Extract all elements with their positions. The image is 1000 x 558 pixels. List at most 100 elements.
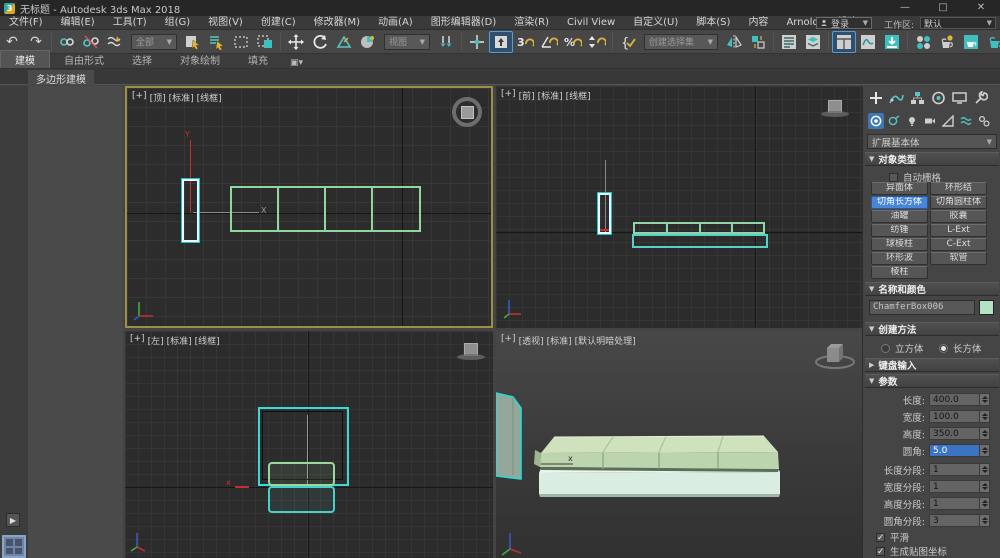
button-spindle[interactable]: 纺锤	[871, 224, 928, 237]
rollout-parameters[interactable]: ▼ 参数	[865, 374, 999, 388]
viewcube[interactable]	[457, 343, 485, 360]
sofa-cushion-side-wire[interactable]	[268, 462, 335, 486]
height-segs-field[interactable]: 1	[929, 497, 979, 510]
menu-civil-view[interactable]: Civil View	[558, 16, 624, 30]
signin-dropdown[interactable]: 登录 ▼	[816, 17, 872, 29]
mirror-icon[interactable]	[722, 31, 746, 53]
rendered-frame-window-icon[interactable]	[959, 31, 983, 53]
rollout-keyboard-entry[interactable]: ▶ 键盘输入	[865, 358, 999, 372]
viewcube[interactable]	[821, 100, 849, 117]
viewport-persp-view-label[interactable]: [透视]	[519, 334, 544, 347]
viewport-top-shading-label[interactable]: [线框]	[197, 91, 222, 104]
ribbon-tab-modeling[interactable]: 建模	[0, 50, 50, 68]
render-setup-icon[interactable]	[935, 31, 959, 53]
menu-animation[interactable]: 动画(A)	[369, 16, 422, 30]
viewport-front-view-label[interactable]: [前]	[519, 89, 535, 102]
length-field[interactable]: 400.0	[929, 393, 979, 406]
shapes-category-icon[interactable]	[886, 113, 902, 129]
viewport-left-shading-label[interactable]: [线框]	[195, 334, 220, 347]
width-segs-field[interactable]: 1	[929, 480, 979, 493]
select-and-scale-icon[interactable]	[332, 31, 356, 53]
cameras-category-icon[interactable]	[922, 113, 938, 129]
fillet-segs-field[interactable]: 3	[929, 514, 979, 527]
menu-rendering[interactable]: 渲染(R)	[505, 16, 558, 30]
rollout-creation-method[interactable]: ▼ 创建方法	[865, 322, 999, 336]
length-segs-spinner[interactable]	[979, 463, 990, 476]
hierarchy-tab-icon[interactable]	[909, 89, 926, 107]
smooth-checkbox[interactable]: ✓	[876, 533, 885, 542]
rollout-name-color[interactable]: ▼ 名称和颜色	[865, 282, 999, 296]
button-prism[interactable]: 棱柱	[871, 266, 928, 279]
named-selection-sets-dropdown[interactable]: 创建选择集 ▼	[644, 34, 718, 50]
align-icon[interactable]	[746, 31, 770, 53]
object-name-field[interactable]: ChamferBox006	[869, 300, 975, 315]
button-hose[interactable]: 软管	[930, 252, 987, 265]
menu-group[interactable]: 组(G)	[156, 16, 200, 30]
utilities-tab-icon[interactable]	[972, 89, 989, 107]
select-by-name-icon[interactable]	[205, 31, 229, 53]
height-segs-spinner[interactable]	[979, 497, 990, 510]
menu-edit[interactable]: 编辑(E)	[52, 16, 104, 30]
window-crossing-toggle-icon[interactable]	[253, 31, 277, 53]
smooth-checkbox-row[interactable]: ✓ 平滑	[876, 530, 909, 544]
schematic-view-icon[interactable]	[880, 31, 904, 53]
button-c-ext[interactable]: C-Ext	[930, 238, 987, 251]
selected-chamferbox-wire[interactable]	[182, 179, 199, 242]
close-button[interactable]: ✕	[962, 0, 1000, 16]
viewport-layout-2x2-icon[interactable]	[2, 535, 26, 558]
rollout-object-type[interactable]: ▼ 对象类型	[865, 152, 999, 166]
width-field[interactable]: 100.0	[929, 410, 979, 423]
button-ringwave[interactable]: 环形波	[871, 252, 928, 265]
object-color-swatch[interactable]	[979, 300, 994, 315]
height-field[interactable]: 350.0	[929, 427, 979, 440]
viewport-top-standard-label[interactable]: [标准]	[169, 91, 194, 104]
spinner-snap-toggle-icon[interactable]	[585, 31, 609, 53]
render-production-icon[interactable]	[983, 31, 1000, 53]
button-hedra[interactable]: 异面体	[871, 182, 928, 195]
menu-graph-editors[interactable]: 图形编辑器(D)	[422, 16, 506, 30]
viewport-persp-shading-label[interactable]: [默认明暗处理]	[575, 334, 636, 347]
create-tab-icon[interactable]	[867, 89, 884, 107]
fillet-spinner[interactable]	[979, 444, 990, 457]
modify-tab-icon[interactable]	[888, 89, 905, 107]
edit-named-selection-sets-icon[interactable]: {	[616, 31, 640, 53]
viewport-top[interactable]: [+] [顶] [标准] [线框] Y X	[125, 86, 493, 328]
select-and-link-icon[interactable]	[55, 31, 79, 53]
viewcube[interactable]	[816, 344, 854, 368]
viewport-left-menu-plus[interactable]: [+]	[130, 334, 145, 347]
button-chamferbox[interactable]: 切角长方体	[871, 196, 928, 209]
motion-tab-icon[interactable]	[930, 89, 947, 107]
viewport-left-standard-label[interactable]: [标准]	[167, 334, 192, 347]
button-gengon[interactable]: 球棱柱	[871, 238, 928, 251]
ribbon-tab-selection[interactable]: 选择	[118, 51, 166, 68]
radio-box[interactable]: 长方体	[939, 341, 982, 355]
maximize-button[interactable]: □	[924, 0, 962, 16]
minimize-button[interactable]: —	[886, 0, 924, 16]
viewport-persp-menu-plus[interactable]: [+]	[501, 334, 516, 347]
menu-scripting[interactable]: 脚本(S)	[687, 16, 739, 30]
display-tab-icon[interactable]	[951, 89, 968, 107]
menu-content[interactable]: 内容	[739, 16, 777, 30]
ribbon-minimize-icon[interactable]: ▣▾	[290, 58, 303, 68]
ribbon-tab-freeform[interactable]: 自由形式	[50, 51, 118, 68]
width-spinner[interactable]	[979, 410, 990, 423]
viewport-left[interactable]: [+] [左] [标准] [线框] x	[125, 331, 493, 558]
keyboard-shortcut-override-toggle[interactable]	[489, 31, 513, 53]
lights-category-icon[interactable]	[904, 113, 920, 129]
gen-mapping-checkbox[interactable]: ✓	[876, 547, 885, 556]
geometry-category-icon[interactable]	[868, 113, 884, 129]
viewport-perspective[interactable]: [+] [透视] [标准] [默认明暗处理]	[496, 331, 862, 558]
autogrid-checkbox[interactable]	[889, 173, 898, 182]
bind-to-space-warp-icon[interactable]	[103, 31, 127, 53]
fillet-field[interactable]: 5.0	[929, 444, 979, 457]
sofa-base-front[interactable]	[539, 472, 780, 494]
workspace-dropdown[interactable]: 默认 ▼	[920, 17, 996, 29]
viewport-persp-standard-label[interactable]: [标准]	[547, 334, 572, 347]
ribbon-tab-populate[interactable]: 填充	[234, 51, 282, 68]
menu-views[interactable]: 视图(V)	[199, 16, 252, 30]
menu-tools[interactable]: 工具(T)	[104, 16, 156, 30]
selected-chamferbox-wire[interactable]	[598, 193, 611, 234]
reference-coordinate-pie-icon[interactable]	[356, 31, 380, 53]
space-warps-category-icon[interactable]	[958, 113, 974, 129]
percent-snap-toggle-icon[interactable]: %	[561, 31, 585, 53]
